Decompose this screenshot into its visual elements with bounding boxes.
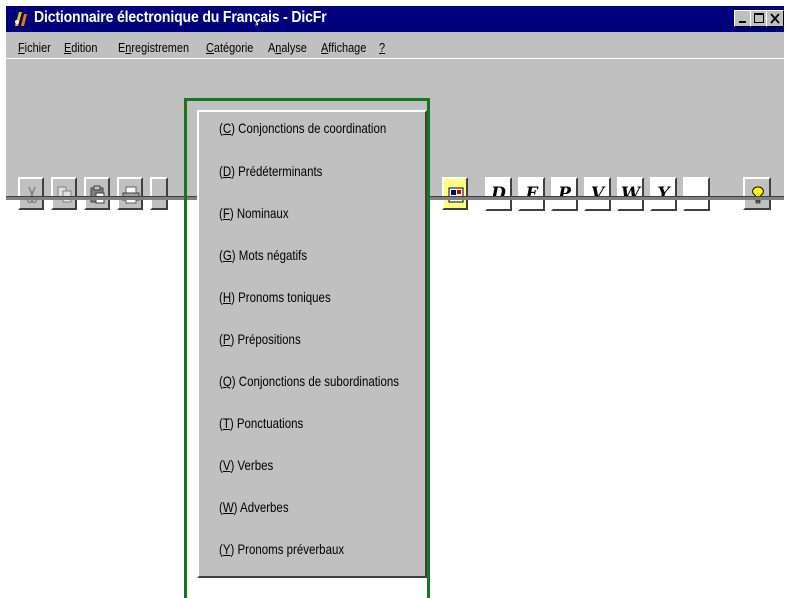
- print-icon: [122, 186, 140, 204]
- category-view-button[interactable]: [442, 177, 468, 210]
- category-item-h[interactable]: (H) Pronoms toniques: [219, 289, 331, 305]
- category-item-p[interactable]: (P) Prépositions: [219, 331, 301, 347]
- close-icon: [770, 13, 780, 24]
- category-item-c-key: C: [222, 120, 232, 136]
- menu-affichage-label: ffichage: [328, 40, 367, 55]
- menu-bar: Fichier Edition Enregistremen Catégorie …: [6, 32, 784, 90]
- category-item-w-key: W: [222, 499, 234, 515]
- category-item-t-label: Ponctuations: [233, 415, 304, 431]
- copy-button[interactable]: [51, 177, 77, 210]
- dictionary-app-icon: [15, 12, 27, 26]
- paste-button[interactable]: [84, 177, 110, 210]
- category-item-q-key: Q: [222, 373, 232, 389]
- menu-analyse-label: alyse: [281, 40, 307, 55]
- menu-analyse[interactable]: Analyse: [268, 40, 307, 55]
- hidden-tool-button[interactable]: [150, 177, 168, 210]
- menu-analyse-prefix: A: [268, 40, 276, 55]
- category-item-d[interactable]: (D) Prédéterminants: [219, 163, 322, 179]
- menu-fichier-hotkey: F: [18, 40, 25, 55]
- category-item-w[interactable]: (W) Adverbes: [219, 499, 289, 515]
- categorie-dropdown: (C) Conjonctions de coordination (D) Pré…: [197, 110, 427, 578]
- letter-button-d[interactable]: D: [485, 177, 512, 211]
- menu-edition[interactable]: Edition: [64, 40, 97, 55]
- category-item-f[interactable]: (F) Nominaux: [219, 205, 289, 221]
- print-button[interactable]: [117, 177, 143, 210]
- category-item-c-label: Conjonctions de coordination: [234, 120, 387, 136]
- menu-fichier-label: ichier: [24, 40, 51, 55]
- category-item-h-key: H: [222, 289, 232, 305]
- menu-help-hotkey: ?: [379, 40, 386, 55]
- letter-button-w[interactable]: W: [617, 177, 644, 211]
- menu-edition-label: dition: [71, 40, 98, 55]
- letter-button-p[interactable]: P: [551, 177, 578, 211]
- category-item-f-label: Nominaux: [233, 205, 289, 221]
- minimize-icon: [739, 21, 746, 23]
- category-item-y[interactable]: (Y) Pronoms préverbaux: [219, 541, 344, 557]
- category-item-t[interactable]: (T) Ponctuations: [219, 415, 303, 431]
- menu-fichier[interactable]: Fichier: [18, 40, 51, 55]
- letter-button-f[interactable]: F: [518, 177, 545, 211]
- letter-button-y[interactable]: Y: [650, 177, 677, 211]
- category-item-y-key: Y: [222, 541, 231, 557]
- category-item-g[interactable]: (G) Mots négatifs: [219, 247, 307, 263]
- menu-categorie[interactable]: Catégorie: [206, 40, 253, 55]
- menu-affichage[interactable]: Affichage: [321, 40, 366, 55]
- category-item-v-label: Verbes: [234, 457, 274, 473]
- category-item-v-key: V: [222, 457, 231, 473]
- category-item-d-label: Prédéterminants: [234, 163, 323, 179]
- title-bar[interactable]: Dictionnaire électronique du Français - …: [6, 6, 784, 32]
- cut-icon: [26, 186, 38, 204]
- close-button[interactable]: [766, 10, 784, 27]
- app-window: Dictionnaire électronique du Français - …: [0, 0, 790, 598]
- copy-icon: [57, 186, 72, 203]
- menu-enregistrement[interactable]: Enregistremen: [118, 40, 189, 55]
- category-item-y-label: Pronoms préverbaux: [234, 541, 345, 557]
- category-item-p-label: Prépositions: [234, 331, 301, 347]
- menu-categorie-label: atégorie: [213, 40, 254, 55]
- cut-button[interactable]: [18, 177, 44, 210]
- letter-button-v[interactable]: V: [584, 177, 611, 211]
- category-item-g-key: G: [222, 247, 232, 263]
- category-item-g-label: Mots négatifs: [235, 247, 308, 263]
- category-item-p-key: P: [222, 331, 231, 347]
- menu-help[interactable]: ?: [379, 40, 385, 55]
- category-item-q-label: Conjonctions de subordinations: [235, 373, 399, 389]
- category-item-d-key: D: [222, 163, 232, 179]
- paste-icon: [90, 185, 105, 204]
- help-button[interactable]: [743, 177, 771, 210]
- category-item-v[interactable]: (V) Verbes: [219, 457, 273, 473]
- category-item-c[interactable]: (C) Conjonctions de coordination: [219, 120, 386, 136]
- menu-affichage-hotkey: A: [321, 40, 329, 55]
- letter-button-more[interactable]: ...: [683, 177, 710, 211]
- category-view-icon: [448, 187, 464, 203]
- menu-enregistrement-prefix: E: [118, 40, 126, 55]
- category-item-q[interactable]: (Q) Conjonctions de subordinations: [219, 373, 399, 389]
- category-item-w-label: Adverbes: [237, 499, 289, 515]
- maximize-icon: [754, 13, 764, 23]
- menu-enregistrement-label: registremen: [131, 40, 190, 55]
- window-title: Dictionnaire électronique du Français - …: [34, 9, 327, 26]
- category-item-h-label: Pronoms toniques: [234, 289, 331, 305]
- menu-edition-hotkey: E: [64, 40, 72, 55]
